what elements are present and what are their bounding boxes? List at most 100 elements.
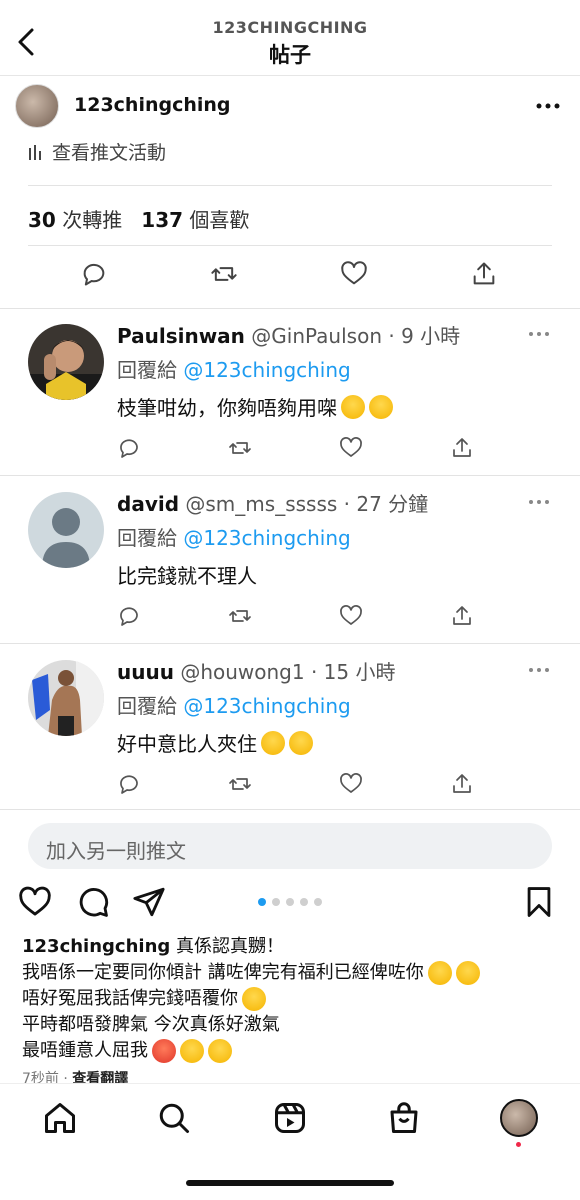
- reply-to-line: 回覆給 @123chingching: [117, 690, 351, 719]
- reply-header: david @sm_ms_sssss · 27 分鐘: [117, 492, 429, 516]
- reply-text-line: 枝筆咁幼，你夠唔夠用㗎: [117, 392, 393, 421]
- rolling-laughing-emoji-icon: [341, 394, 365, 419]
- retweet-icon: [228, 436, 252, 460]
- reply-text: 比完錢就不理人: [117, 564, 257, 588]
- reply-author-name: uuuu: [117, 660, 174, 684]
- reply-time: 15 小時: [323, 660, 396, 684]
- reply-icon: [80, 260, 108, 288]
- divider: [28, 245, 552, 246]
- share-icon: [450, 604, 474, 628]
- retweets-count: 30: [28, 208, 56, 232]
- reply-icon: [117, 436, 141, 460]
- tweet-actions: [0, 260, 580, 302]
- carousel-indicator: [258, 898, 322, 906]
- smiling-face-emoji-icon: [455, 961, 480, 985]
- reply-to-mention: @123chingching: [183, 358, 351, 382]
- header-subtitle: 123CHINGCHING: [212, 18, 368, 37]
- profile-avatar[interactable]: [500, 1099, 538, 1137]
- reply-author-handle: @sm_ms_sssss: [185, 492, 338, 516]
- reply-actions: [117, 604, 557, 632]
- reply-to-label: 回覆給: [117, 526, 177, 550]
- crying-face-emoji-icon: [180, 1039, 204, 1063]
- reply-item: uuuu @houwong1 · 15 小時 回覆給 @123chingchin…: [0, 644, 580, 810]
- reply-actions: [117, 772, 557, 800]
- reply-time: 9 小時: [401, 324, 461, 348]
- reply-text: 枝筆咁幼，你夠唔夠用㗎: [117, 396, 337, 420]
- reply-actions: [117, 436, 557, 464]
- carousel-dot: [314, 898, 322, 906]
- reply-header: Paulsinwan @GinPaulson · 9 小時: [117, 324, 461, 348]
- add-tweet-input[interactable]: 加入另一則推文: [28, 823, 552, 869]
- likes-count: 137: [141, 208, 184, 232]
- divider: [28, 185, 552, 186]
- post-caption: 123chingching 真係認真嬲！ 我唔係一定要同你傾計 講咗俾完有福利已…: [22, 934, 562, 1064]
- reply-to-line: 回覆給 @123chingching: [117, 522, 351, 551]
- reels-icon[interactable]: [272, 1100, 308, 1136]
- likes-label: 個喜歡: [189, 208, 250, 232]
- reply-author-name: Paulsinwan: [117, 324, 245, 348]
- top-bar: 123CHINGCHING 帖子: [0, 0, 580, 76]
- reply-header: uuuu @houwong1 · 15 小時: [117, 660, 396, 684]
- share-send-icon[interactable]: [132, 885, 166, 919]
- reply-to-label: 回覆給: [117, 358, 177, 382]
- avatar: [28, 660, 104, 736]
- home-icon[interactable]: [42, 1100, 78, 1136]
- blushing-face-emoji-icon: [242, 987, 266, 1011]
- smiling-face-emoji-icon: [427, 961, 452, 985]
- retweet-icon: [228, 772, 252, 796]
- reply-author-handle: @houwong1: [180, 660, 305, 684]
- crying-face-emoji-icon: [208, 1039, 232, 1063]
- share-icon: [450, 436, 474, 460]
- more-options-icon: [528, 666, 550, 674]
- share-icon: [450, 772, 474, 796]
- like-heart-icon[interactable]: [18, 885, 52, 919]
- search-icon[interactable]: [156, 1100, 192, 1136]
- reply-time: 27 分鐘: [356, 492, 429, 516]
- reply-icon: [117, 772, 141, 796]
- carousel-dot: [300, 898, 308, 906]
- carousel-dot: [258, 898, 266, 906]
- retweet-icon: [228, 604, 252, 628]
- reply-to-line: 回覆給 @123chingching: [117, 354, 351, 383]
- more-options-icon[interactable]: [536, 96, 560, 116]
- post-actions: [0, 882, 580, 922]
- avatar[interactable]: [15, 84, 59, 128]
- caption-line: 唔好冤屈我話俾完錢唔覆你: [22, 988, 238, 1009]
- save-bookmark-icon[interactable]: [522, 885, 556, 919]
- divider: [0, 809, 580, 810]
- more-options-icon: [528, 330, 550, 338]
- retweets-label: 次轉推: [62, 208, 123, 232]
- relieved-face-emoji-icon: [289, 730, 313, 755]
- reply-item: Paulsinwan @GinPaulson · 9 小時 回覆給 @123ch…: [0, 308, 580, 476]
- caption-line: 我唔係一定要同你傾計 講咗俾完有福利已經俾咗你: [22, 962, 424, 983]
- reply-text-line: 比完錢就不理人: [117, 560, 257, 589]
- heart-icon: [339, 772, 363, 796]
- rolling-laughing-emoji-icon: [369, 394, 393, 419]
- carousel-dot: [272, 898, 280, 906]
- caption-line: 最唔鍾意人屈我: [22, 1040, 148, 1061]
- reply-text: 好中意比人夾住: [117, 732, 257, 756]
- notification-dot: [516, 1142, 521, 1147]
- angry-face-emoji-icon: [152, 1039, 176, 1063]
- avatar: [28, 492, 104, 568]
- heart-icon: [339, 436, 363, 460]
- reply-text-line: 好中意比人夾住: [117, 728, 313, 757]
- avatar: [28, 324, 104, 400]
- reply-to-label: 回覆給: [117, 694, 177, 718]
- post-image[interactable]: 查看推文活動 30 次轉推 137 個喜歡 Paulsinwan @GinPau…: [0, 132, 580, 810]
- share-icon: [470, 260, 498, 288]
- reply-to-mention: @123chingching: [183, 694, 351, 718]
- home-indicator: [186, 1180, 394, 1186]
- reply-author-handle: @GinPaulson: [251, 324, 382, 348]
- reply-item: david @sm_ms_sssss · 27 分鐘 回覆給 @123ching…: [0, 476, 580, 644]
- reply-icon: [117, 604, 141, 628]
- caption-username[interactable]: 123chingching: [22, 934, 170, 960]
- carousel-dot: [286, 898, 294, 906]
- post-header: 123chingching: [0, 80, 580, 132]
- post-username[interactable]: 123chingching: [74, 94, 231, 116]
- shop-bag-icon[interactable]: [386, 1100, 422, 1136]
- more-options-icon: [528, 498, 550, 506]
- view-activity-label: 查看推文活動: [52, 142, 167, 164]
- comment-icon[interactable]: [76, 885, 110, 919]
- heart-icon: [340, 260, 368, 288]
